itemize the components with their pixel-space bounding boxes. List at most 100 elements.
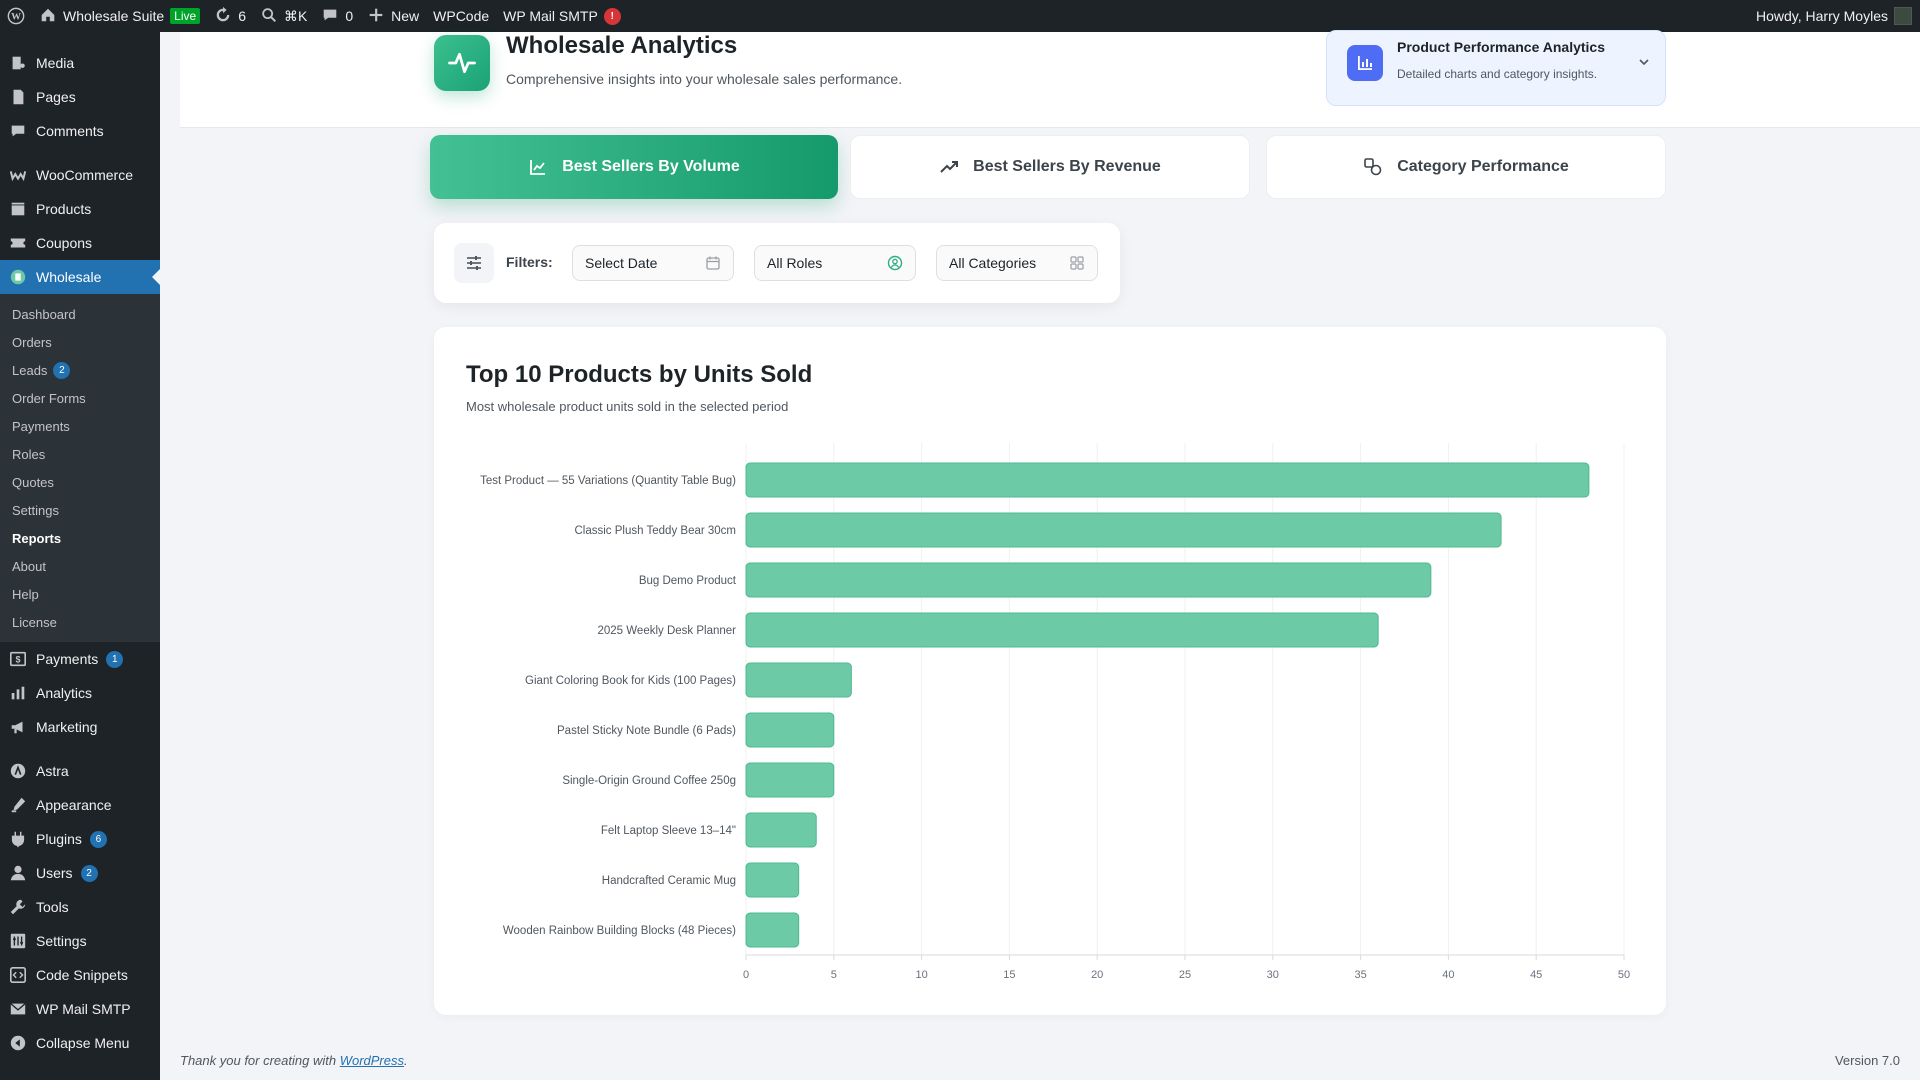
comments-icon [8, 121, 28, 141]
sidebar-item-settings[interactable]: Settings [0, 924, 160, 958]
wpcode-label: WPCode [433, 8, 490, 24]
bar [745, 612, 1379, 648]
sidebar-item-analytics[interactable]: Analytics [0, 676, 160, 710]
sidebar-item-tools[interactable]: Tools [0, 890, 160, 924]
category-label: Wooden Rainbow Building Blocks (48 Piece… [503, 925, 736, 937]
roles-filter-value: All Roles [767, 255, 823, 271]
submenu-item-license[interactable]: License [0, 608, 160, 636]
x-tick-label: 25 [1179, 969, 1191, 981]
bar [745, 862, 800, 898]
count-badge: 2 [80, 864, 98, 882]
new-content-link[interactable]: New [360, 0, 426, 32]
tab-best-sellers-revenue[interactable]: Best Sellers By Revenue [850, 135, 1250, 199]
tools-icon [8, 897, 28, 917]
svg-text:W: W [11, 12, 21, 23]
submenu-item-order-forms[interactable]: Order Forms [0, 384, 160, 412]
comments-link[interactable]: 0 [314, 0, 360, 32]
sidebar-item-label: WP Mail SMTP [36, 1001, 131, 1017]
sidebar-item-appearance[interactable]: Appearance [0, 788, 160, 822]
sidebar-item-astra[interactable]: Astra [0, 754, 160, 788]
sidebar-item-media[interactable]: Media [0, 46, 160, 80]
x-tick-label: 15 [1003, 969, 1015, 981]
categories-filter[interactable]: All Categories [936, 245, 1098, 281]
submenu-item-label: Orders [12, 334, 52, 350]
sidebar-item-label: Appearance [36, 797, 112, 813]
sidebar-item-label: Collapse Menu [36, 1035, 130, 1051]
submenu-item-help[interactable]: Help [0, 580, 160, 608]
date-filter[interactable]: Select Date [572, 245, 734, 281]
filters-label: Filters: [506, 254, 553, 270]
comment-icon [321, 6, 339, 27]
sidebar-item-label: Media [36, 55, 75, 71]
sidebar-item-collapse-menu[interactable]: Collapse Menu [0, 1026, 160, 1060]
sidebar-item-users[interactable]: Users 2 [0, 856, 160, 890]
submenu-item-reports[interactable]: Reports [0, 524, 160, 552]
category-label: Pastel Sticky Note Bundle (6 Pads) [557, 725, 736, 737]
x-tick-label: 10 [915, 969, 927, 981]
sidebar-item-woocommerce[interactable]: WooCommerce [0, 158, 160, 192]
submenu-item-dashboard[interactable]: Dashboard [0, 300, 160, 328]
sidebar-item-payments[interactable]: $ Payments 1 [0, 642, 160, 676]
site-name-link[interactable]: Wholesale Suite Live [32, 0, 207, 32]
x-tick-label: 35 [1354, 969, 1366, 981]
category-label: Test Product — 55 Variations (Quantity T… [480, 475, 736, 487]
grid-icon [1070, 256, 1084, 270]
sidebar-item-marketing[interactable]: Marketing [0, 710, 160, 744]
sidebar-item-label: Code Snippets [36, 967, 128, 983]
wpcode-link[interactable]: WPCode [426, 0, 496, 32]
sidebar-item-comments[interactable]: Comments [0, 114, 160, 148]
product-analytics-dropdown[interactable]: Product Performance Analytics Detailed c… [1326, 30, 1666, 106]
submenu-item-settings[interactable]: Settings [0, 496, 160, 524]
footer-text-end: . [404, 1053, 408, 1068]
wholesale-icon [8, 267, 28, 287]
submenu-item-orders[interactable]: Orders [0, 328, 160, 356]
count-badge: 2 [53, 361, 71, 379]
submenu-item-payments[interactable]: Payments [0, 412, 160, 440]
sidebar-item-coupons[interactable]: Coupons [0, 226, 160, 260]
page-title: Wholesale Analytics [506, 32, 738, 59]
my-account-link[interactable]: Howdy, Harry Moyles [1749, 0, 1920, 32]
new-label: New [391, 8, 420, 24]
submenu-item-roles[interactable]: Roles [0, 440, 160, 468]
shapes-icon [1364, 158, 1382, 176]
tab-category-performance[interactable]: Category Performance [1266, 135, 1666, 199]
sidebar-item-wholesale[interactable]: Wholesale [0, 260, 160, 294]
main-content: Wholesale Analytics Comprehensive insigh… [160, 30, 1920, 1080]
submenu-item-quotes[interactable]: Quotes [0, 468, 160, 496]
command-palette-button[interactable]: ⌘K [253, 0, 314, 32]
sidebar-item-pages[interactable]: Pages [0, 80, 160, 114]
wpmail-label: WP Mail SMTP [503, 8, 598, 24]
page-header: Wholesale Analytics Comprehensive insigh… [180, 30, 1920, 128]
media-icon [8, 53, 28, 73]
sidebar-item-plugins[interactable]: Plugins 6 [0, 822, 160, 856]
sidebar-item-label: Pages [36, 89, 76, 105]
category-label: Bug Demo Product [639, 575, 737, 587]
category-label: Single-Origin Ground Coffee 250g [562, 775, 736, 787]
user-circle-icon [887, 255, 903, 271]
live-badge: Live [170, 8, 201, 24]
footer-version: Version 7.0 [1834, 1053, 1900, 1068]
updates-icon [214, 6, 232, 27]
tab-best-sellers-volume[interactable]: Best Sellers By Volume [430, 135, 838, 199]
x-tick-label: 20 [1091, 969, 1103, 981]
category-label: 2025 Weekly Desk Planner [598, 625, 737, 637]
submenu-item-label: About [12, 558, 46, 574]
bar [745, 462, 1590, 498]
chart-subtitle: Most wholesale product units sold in the… [466, 399, 789, 414]
sidebar-item-products[interactable]: Products [0, 192, 160, 226]
submenu-item-about[interactable]: About [0, 552, 160, 580]
submenu-item-label: Payments [12, 418, 70, 434]
updates-link[interactable]: 6 [207, 0, 253, 32]
submenu-item-leads[interactable]: Leads 2 [0, 356, 160, 384]
sidebar-item-label: Analytics [36, 685, 93, 701]
plus-icon [367, 6, 385, 27]
sidebar-item-code-snippets[interactable]: Code Snippets [0, 958, 160, 992]
sidebar-item-wp-mail-smtp[interactable]: WP Mail SMTP [0, 992, 160, 1026]
roles-filter[interactable]: All Roles [754, 245, 916, 281]
wordpress-link[interactable]: WordPress [340, 1053, 404, 1068]
marketing-icon [8, 717, 28, 737]
collapse-icon [8, 1033, 28, 1053]
wordpress-logo-icon[interactable]: W [0, 0, 32, 32]
wpmail-link[interactable]: WP Mail SMTP ! [496, 0, 628, 32]
x-tick-label: 50 [1618, 969, 1630, 981]
